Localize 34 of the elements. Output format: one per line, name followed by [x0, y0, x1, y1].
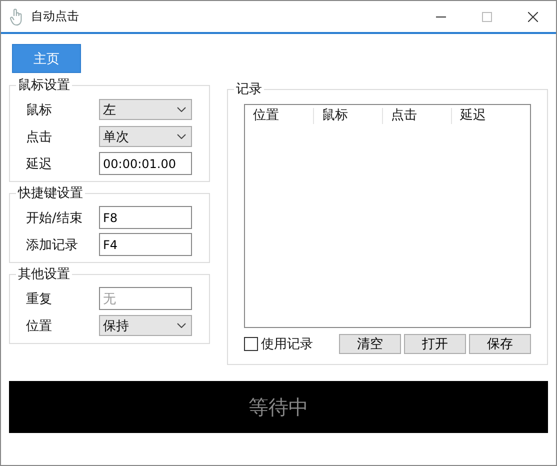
- group-title: 快捷键设置: [16, 184, 85, 202]
- action-button[interactable]: 清空: [339, 334, 401, 354]
- group-title: 其他设置: [16, 265, 72, 283]
- group-title: 鼠标设置: [16, 76, 72, 94]
- action-button[interactable]: 打开: [404, 334, 466, 354]
- use-records-checkbox[interactable]: 使用记录: [244, 335, 313, 353]
- field-label: 位置: [26, 318, 53, 334]
- input-field[interactable]: F4: [99, 233, 192, 256]
- field-label: 点击: [26, 128, 53, 146]
- caret-icon: [177, 323, 186, 328]
- hand-icon: [9, 8, 23, 26]
- input-field[interactable]: 无: [99, 287, 192, 310]
- input-field[interactable]: 00:00:01.00: [99, 152, 192, 175]
- dropdown[interactable]: 左: [99, 99, 192, 120]
- field-label: 添加记录: [26, 236, 79, 254]
- checkbox-icon[interactable]: [244, 337, 258, 351]
- column-header[interactable]: 延迟: [452, 108, 520, 124]
- dropdown[interactable]: 保持: [99, 315, 192, 336]
- action-button[interactable]: 保存: [469, 334, 531, 354]
- column-header[interactable]: 点击: [383, 108, 452, 124]
- field-label: 延迟: [26, 156, 53, 172]
- dropdown[interactable]: 单次: [99, 126, 192, 147]
- close-icon[interactable]: [528, 12, 538, 22]
- column-header[interactable]: 位置: [245, 108, 314, 124]
- group-title: 记录: [234, 80, 264, 98]
- caret-icon: [177, 107, 186, 112]
- field-label: 重复: [26, 290, 53, 308]
- input-field[interactable]: F8: [99, 206, 192, 229]
- window-title: 自动点击: [31, 8, 79, 25]
- caret-icon: [177, 134, 186, 139]
- field-label: 开始/结束: [26, 210, 84, 226]
- field-label: 鼠标: [26, 102, 53, 118]
- status-text: 等待中: [248, 394, 308, 420]
- column-header[interactable]: 鼠标: [314, 108, 383, 124]
